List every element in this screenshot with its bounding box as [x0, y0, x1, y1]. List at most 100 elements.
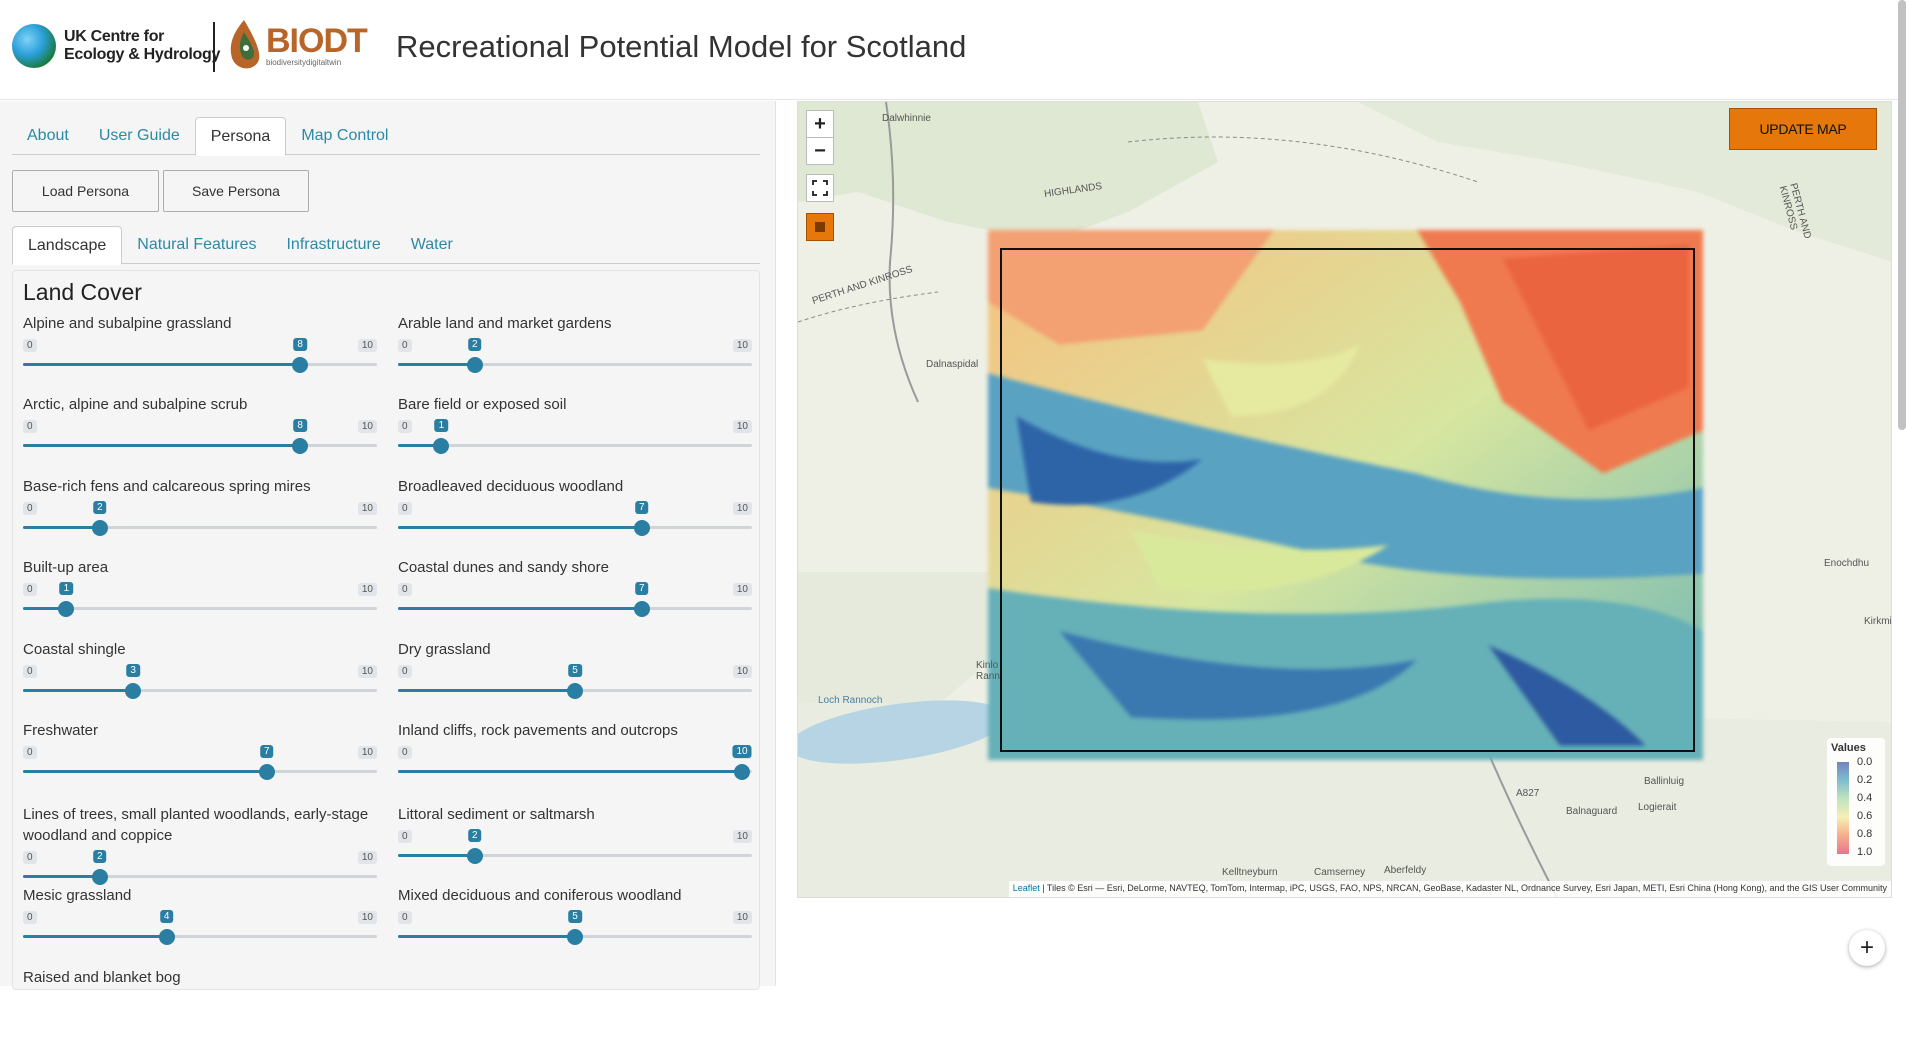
place-label: Balnaguard [1566, 806, 1618, 817]
legend-tick: 0.0 [1857, 756, 1873, 768]
legend-tick: 1.0 [1857, 846, 1873, 858]
weight-slider[interactable]: Broadleaved deciduous woodland 0 10 7 [398, 476, 752, 556]
slider-track[interactable] [398, 444, 752, 447]
slider-fill [398, 770, 742, 773]
slider-fill [398, 689, 575, 692]
load-persona-button[interactable]: Load Persona [12, 170, 159, 212]
land-cover-panel: Land Cover Alpine and subalpine grasslan… [12, 270, 760, 990]
slider-max-label: 10 [357, 339, 377, 352]
slider-max-label: 10 [732, 583, 752, 596]
slider-min-label: 0 [23, 339, 37, 352]
slider-max-label: 10 [732, 502, 752, 515]
tab-persona[interactable]: Persona [194, 117, 287, 156]
slider-max-label: 10 [357, 583, 377, 596]
slider-label: Coastal shingle [23, 641, 126, 658]
tab-infrastructure[interactable]: Infrastructure [271, 226, 395, 264]
slider-value-badge: 7 [260, 745, 274, 758]
slider-value-badge: 1 [59, 582, 74, 595]
slider-handle[interactable] [292, 357, 309, 373]
section-title: Land Cover [23, 279, 142, 305]
weight-slider[interactable]: Littoral sediment or saltmarsh 0 10 2 [398, 804, 752, 884]
slider-label: Bare field or exposed soil [398, 396, 567, 413]
zoom-out-button[interactable]: − [806, 137, 834, 165]
tab-landscape[interactable]: Landscape [12, 226, 123, 265]
weight-slider[interactable]: Freshwater 0 10 7 [23, 720, 377, 800]
weight-slider[interactable]: Lines of trees, small planted woodlands,… [23, 804, 377, 885]
slider-handle[interactable] [91, 520, 108, 536]
slider-handle[interactable] [258, 764, 275, 780]
tab-map-control[interactable]: Map Control [286, 117, 403, 155]
legend-tick: 0.2 [1857, 774, 1873, 786]
legend-tick: 0.8 [1857, 828, 1873, 840]
slider-handle[interactable] [734, 764, 750, 780]
weight-slider[interactable]: Inland cliffs, rock pavements and outcro… [398, 720, 752, 800]
ukceh-logo: UK Centre for Ecology & Hydrology [12, 24, 220, 68]
slider-label: Built-up area [23, 559, 109, 576]
slider-handle[interactable] [466, 848, 483, 864]
slider-handle[interactable] [292, 438, 309, 454]
slider-max-label: 10 [357, 665, 377, 678]
slider-fill [398, 854, 475, 857]
weight-slider[interactable]: Raised and blanket bog [23, 967, 377, 1047]
place-label: Ballinluig [1644, 776, 1685, 787]
draw-rectangle-button[interactable] [806, 213, 834, 241]
slider-fill [23, 875, 100, 878]
weight-slider[interactable]: Mixed deciduous and coniferous woodland 0… [398, 885, 752, 965]
slider-value-badge: 4 [159, 910, 174, 923]
fullscreen-button[interactable] [806, 174, 834, 202]
place-label: Kirkmic [1864, 616, 1892, 627]
attribution-text: | Tiles © Esri — Esri, DeLorme, NAVTEQ, … [1039, 883, 1887, 893]
slider-handle[interactable] [633, 520, 650, 536]
slider-handle[interactable] [433, 438, 450, 454]
slider-min-label: 0 [23, 746, 37, 759]
tab-about[interactable]: About [12, 117, 84, 155]
weight-slider[interactable]: Arctic, alpine and subalpine scrub 0 10 8 [23, 394, 377, 474]
slider-value-badge: 5 [568, 664, 582, 677]
weight-slider[interactable]: Base-rich fens and calcareous spring mir… [23, 476, 377, 556]
place-label: Camserney [1314, 867, 1366, 878]
tab-natural-features[interactable]: Natural Features [122, 226, 271, 264]
weight-slider[interactable]: Dry grassland 0 10 5 [398, 639, 752, 719]
slider-handle[interactable] [91, 869, 108, 885]
weight-slider[interactable]: Mesic grassland 0 10 4 [23, 885, 377, 965]
slider-min-label: 0 [398, 830, 412, 843]
update-map-button[interactable]: UPDATE MAP [1729, 108, 1877, 150]
weight-slider[interactable]: Coastal dunes and sandy shore 0 10 7 [398, 557, 752, 637]
slider-max-label: 10 [732, 830, 752, 843]
slider-label: Inland cliffs, rock pavements and outcro… [398, 722, 678, 739]
slider-min-label: 0 [398, 420, 412, 433]
leaflet-link[interactable]: Leaflet [1013, 883, 1040, 893]
map-view[interactable]: Dalwhinnie HIGHLANDS PERTH AND KINROSS D… [797, 101, 1892, 898]
slider-label: Raised and blanket bog [23, 969, 181, 986]
floating-add-button[interactable]: + [1849, 930, 1885, 966]
slider-min-label: 0 [23, 911, 37, 924]
slider-value-badge: 8 [293, 419, 307, 432]
weight-slider[interactable]: Arable land and market gardens 0 10 2 [398, 313, 752, 393]
slider-handle[interactable] [125, 683, 142, 699]
slider-value-badge: 10 [732, 745, 752, 758]
app-header: UK Centre for Ecology & Hydrology BIODT … [0, 0, 1906, 100]
slider-handle[interactable] [466, 357, 483, 373]
slider-handle[interactable] [567, 929, 583, 945]
slider-value-badge: 1 [434, 419, 449, 432]
slider-min-label: 0 [23, 420, 37, 433]
slider-track[interactable] [23, 607, 377, 610]
slider-handle[interactable] [58, 601, 75, 617]
zoom-in-button[interactable]: + [806, 110, 834, 138]
slider-label: Arable land and market gardens [398, 315, 612, 332]
weight-slider[interactable]: Built-up area 0 10 1 [23, 557, 377, 637]
slider-label: Freshwater [23, 722, 99, 739]
slider-handle[interactable] [567, 683, 583, 699]
slider-min-label: 0 [398, 665, 412, 678]
weight-slider[interactable]: Coastal shingle 0 10 3 [23, 639, 377, 719]
slider-handle[interactable] [158, 929, 175, 945]
weight-slider[interactable]: Bare field or exposed soil 0 10 1 [398, 394, 752, 474]
save-persona-button[interactable]: Save Persona [163, 170, 309, 212]
tab-user-guide[interactable]: User Guide [84, 117, 195, 155]
slider-label: Arctic, alpine and subalpine scrub [23, 396, 248, 413]
tab-water[interactable]: Water [396, 226, 468, 264]
page-scrollbar[interactable] [1898, 0, 1906, 430]
slider-fill [398, 935, 575, 938]
slider-handle[interactable] [633, 601, 650, 617]
weight-slider[interactable]: Alpine and subalpine grassland 0 10 8 [23, 313, 377, 393]
